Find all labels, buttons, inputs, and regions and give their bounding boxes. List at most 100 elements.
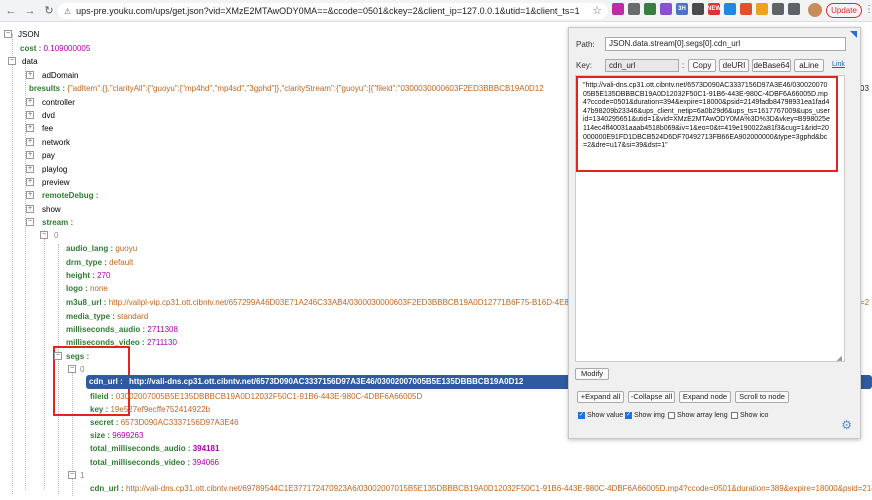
node-data[interactable]: − data xyxy=(8,55,38,68)
checkbox-checked-icon[interactable]: ✓ xyxy=(625,412,632,419)
node-cost[interactable]: cost : 0.109000005 xyxy=(20,42,90,55)
node-stream[interactable]: − stream : xyxy=(26,216,73,229)
node-addomain[interactable]: + adDomain xyxy=(26,69,78,82)
show-img-checkbox[interactable]: ✓ Show img xyxy=(625,412,665,419)
value-content[interactable]: "http://vali-dns.cp31.ott.cibntv.net/657… xyxy=(576,76,838,172)
expand-toggle[interactable]: + xyxy=(26,151,34,159)
show-value-checkbox[interactable]: ✓ Show value xyxy=(578,412,623,419)
extension-icon[interactable] xyxy=(692,3,704,15)
node-total-ms-audio[interactable]: total_milliseconds_audio : 394181 xyxy=(90,442,219,455)
debase64-button[interactable]: deBase64 xyxy=(752,59,791,72)
aline-button[interactable]: aLine xyxy=(794,59,824,72)
node-dvd[interactable]: + dvd xyxy=(26,109,55,122)
deuri-button[interactable]: deURI xyxy=(719,59,749,72)
expand-toggle[interactable]: + xyxy=(26,165,34,173)
collapse-toggle[interactable]: − xyxy=(8,57,16,65)
extension-icon[interactable]: NEW xyxy=(707,3,721,15)
key-input[interactable]: cdn_url xyxy=(605,59,679,72)
node-stream-0[interactable]: − 0 xyxy=(40,229,58,242)
node-media-type[interactable]: media_type : standard xyxy=(66,310,148,323)
collapse-toggle[interactable]: − xyxy=(68,471,76,479)
expand-toggle[interactable]: + xyxy=(26,178,34,186)
back-icon[interactable]: ← xyxy=(3,3,19,19)
extension-icon[interactable] xyxy=(660,3,672,15)
extension-icon[interactable] xyxy=(724,3,736,15)
bookmark-star-icon[interactable]: ☆ xyxy=(592,4,602,17)
collapse-all-button[interactable]: -Collapse all xyxy=(628,391,675,403)
node-remotedebug[interactable]: + remoteDebug : xyxy=(26,189,98,202)
expand-toggle[interactable]: + xyxy=(26,205,34,213)
node-audio-lang[interactable]: audio_lang : guoyu xyxy=(66,242,137,255)
node-segs-0[interactable]: − 0 xyxy=(68,363,84,376)
update-button[interactable]: Update xyxy=(826,3,862,18)
expand-toggle[interactable]: + xyxy=(26,71,34,79)
collapse-toggle[interactable]: − xyxy=(54,352,62,360)
copy-button[interactable]: Copy xyxy=(688,59,716,72)
link-link[interactable]: Link xyxy=(832,61,845,68)
checkbox-checked-icon[interactable]: ✓ xyxy=(578,412,585,419)
extension-icon[interactable] xyxy=(644,3,656,15)
expand-toggle[interactable]: + xyxy=(26,111,34,119)
extension-icon[interactable] xyxy=(772,3,784,15)
extension-icon[interactable] xyxy=(628,3,640,15)
checkbox-label: Show value xyxy=(587,412,624,419)
collapse-toggle[interactable]: − xyxy=(4,30,12,38)
expand-node-button[interactable]: Expand node xyxy=(679,391,731,403)
extension-icon[interactable]: 3H xyxy=(676,3,688,15)
expand-toggle[interactable]: + xyxy=(26,124,34,132)
menu-icon[interactable]: ⋮ xyxy=(864,4,872,15)
path-input[interactable]: JSON.data.stream[0].segs[0].cdn_url xyxy=(605,37,846,51)
node-preview[interactable]: + preview xyxy=(26,176,70,189)
expand-toggle[interactable]: + xyxy=(26,98,34,106)
node-bresults[interactable]: bresults : {"adItem":{},"clarityAll":{"g… xyxy=(29,82,544,95)
expand-toggle[interactable]: + xyxy=(26,191,34,199)
scroll-to-node-button[interactable]: Scroll to node xyxy=(735,391,789,403)
node-playlog[interactable]: + playlog xyxy=(26,163,67,176)
node-ms-audio[interactable]: milliseconds_audio : 2711308 xyxy=(66,323,178,336)
show-array-length-checkbox[interactable]: Show array leng xyxy=(668,412,728,419)
node-controller[interactable]: + controller xyxy=(26,96,75,109)
node-drm-type[interactable]: drm_type : default xyxy=(66,256,133,269)
extension-icon[interactable] xyxy=(612,3,624,15)
node-size[interactable]: size : 9699263 xyxy=(90,429,143,442)
extension-icon[interactable] xyxy=(788,3,800,15)
forward-icon[interactable]: → xyxy=(22,3,38,19)
gear-icon[interactable]: ⚙ xyxy=(841,418,852,432)
modify-button[interactable]: Modify xyxy=(575,368,609,380)
node-key[interactable]: key : 19e527ef9ecffe752414922b xyxy=(90,403,210,416)
node-segs-1[interactable]: − 1 xyxy=(68,469,84,482)
expand-all-button[interactable]: +Expand all xyxy=(577,391,624,403)
expand-toggle[interactable]: + xyxy=(26,138,34,146)
key-label: Key: xyxy=(576,61,593,70)
node-value[interactable]: http://vali-dns.cp31.ott.cibntv.net/6978… xyxy=(126,484,872,493)
address-bar[interactable]: ⚠ ups-pre.youku.com/ups/get.json?vid=XMz… xyxy=(58,3,608,19)
node-key: secret : xyxy=(90,418,119,427)
checkbox-unchecked-icon[interactable] xyxy=(668,412,675,419)
node-fileid[interactable]: fileid : 03002007005B5E135DBBBCB19A0D120… xyxy=(90,390,422,403)
node-network[interactable]: + network xyxy=(26,136,70,149)
tree-root[interactable]: − JSON xyxy=(4,28,39,41)
extension-icon[interactable] xyxy=(756,3,768,15)
reload-icon[interactable]: ↻ xyxy=(41,3,57,19)
avatar[interactable] xyxy=(808,3,822,17)
node-fee[interactable]: + fee xyxy=(26,122,53,135)
show-ico-checkbox[interactable]: Show ico xyxy=(731,412,768,419)
checkbox-unchecked-icon[interactable] xyxy=(731,412,738,419)
extension-icon[interactable] xyxy=(740,3,752,15)
collapse-toggle[interactable]: − xyxy=(68,365,76,373)
node-secret[interactable]: secret : 6573D090AC3337156D97A3E46 xyxy=(90,416,239,429)
node-logo[interactable]: logo : none xyxy=(66,282,108,295)
resize-handle-icon[interactable]: ◢ xyxy=(837,354,842,362)
panel-corner-icon[interactable] xyxy=(850,31,857,38)
node-cdn-url-2[interactable]: cdn_url : http://vali-dns.cp31.ott.cibnt… xyxy=(90,482,872,495)
collapse-toggle[interactable]: − xyxy=(26,218,34,226)
node-pay[interactable]: + pay xyxy=(26,149,55,162)
collapse-toggle[interactable]: − xyxy=(40,231,48,239)
node-value[interactable]: http://valipl-vip.cp31.ott.cibntv.net/65… xyxy=(109,298,583,307)
node-height[interactable]: height : 270 xyxy=(66,269,110,282)
node-m3u8-url[interactable]: m3u8_url : http://valipl-vip.cp31.ott.ci… xyxy=(66,296,583,309)
node-total-ms-video[interactable]: total_milliseconds_video : 394066 xyxy=(90,456,219,469)
node-segs[interactable]: − segs : xyxy=(54,350,89,363)
node-value[interactable]: http://vali-dns.cp31.ott.cibntv.net/6573… xyxy=(129,377,523,386)
node-show[interactable]: + show xyxy=(26,203,61,216)
